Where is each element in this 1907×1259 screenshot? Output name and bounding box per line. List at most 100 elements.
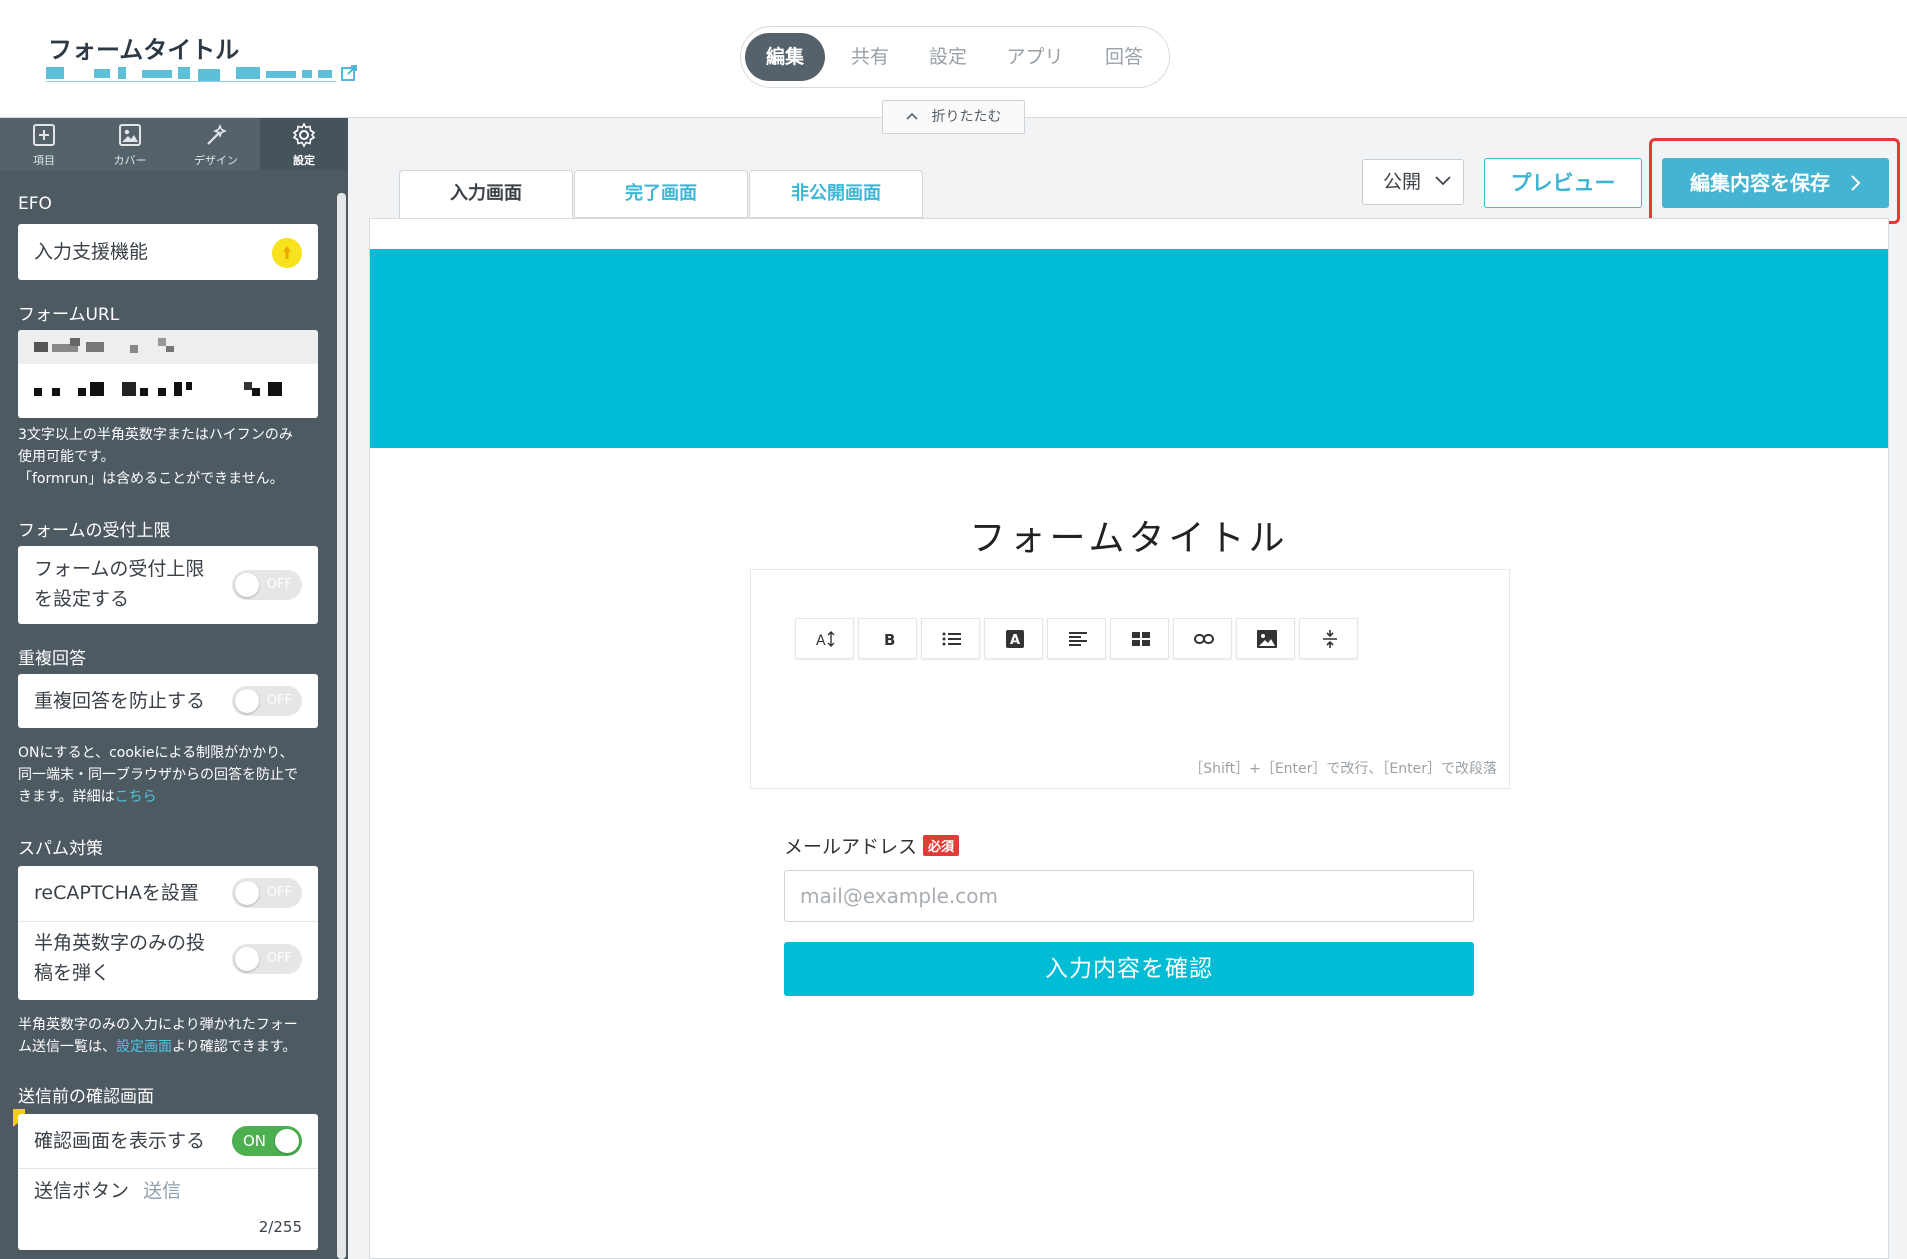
sidebar-scrollbar[interactable] — [337, 193, 346, 1259]
bold-button[interactable]: B — [858, 618, 917, 659]
tab-input-screen[interactable]: 入力画面 — [399, 170, 573, 220]
gear-icon — [292, 122, 316, 148]
list-icon — [942, 632, 961, 646]
image-button[interactable] — [1236, 618, 1295, 659]
note-line: 半角英数字のみの入力により弾かれたフォー — [18, 1017, 298, 1033]
limit-label-line: を設定する — [34, 588, 130, 610]
bold-icon: B — [884, 631, 895, 648]
sidebar-icon-bar: 項目 カバー デザイン 設定 — [0, 118, 348, 170]
email-field-label[interactable]: メールアドレス 必須 — [784, 832, 960, 859]
url-prefix-box — [18, 330, 318, 364]
text-size-button[interactable]: A — [795, 618, 854, 659]
toggle-knob — [235, 947, 259, 971]
form-title-heading: フォームタイトル — [48, 36, 240, 64]
details-link[interactable]: こちら — [115, 789, 157, 805]
mode-tab-settings[interactable]: 設定 — [913, 33, 983, 81]
mode-tab-apps[interactable]: アプリ — [993, 33, 1077, 81]
toggle-state: OFF — [266, 577, 292, 592]
save-button[interactable]: 編集内容を保存 — [1662, 158, 1889, 208]
recaptcha-toggle[interactable]: OFF — [232, 878, 302, 908]
confirm-input-button[interactable]: 入力内容を確認 — [784, 942, 1474, 996]
limit-label-line: フォームの受付上限 — [34, 558, 205, 580]
text-color-button[interactable]: A — [984, 618, 1043, 659]
note-line: ONにすると、cookieによる制限がかかり、 — [18, 745, 294, 761]
limit-card: フォームの受付上限 を設定する OFF — [18, 546, 318, 624]
settings-sidebar: 項目 カバー デザイン 設定 EFO 入力支援機能 フォームURL 3文字以上の… — [0, 118, 348, 1259]
sidebar-item-label: 項目 — [33, 154, 55, 167]
toggle-state: OFF — [266, 951, 292, 966]
efo-feature-label: 入力支援機能 — [34, 241, 149, 263]
description-editor[interactable]: A B A ［Shift］+［Enter］で改行、［Enter］で改段落 — [750, 569, 1510, 789]
char-count: 2/255 — [258, 1218, 302, 1236]
note-line: ム送信一覧は、 — [18, 1039, 116, 1055]
sidebar-item-settings[interactable]: 設定 — [260, 118, 348, 170]
submit-button-label: 送信ボタン — [34, 1180, 130, 1202]
form-page-title[interactable]: フォームタイトル — [370, 509, 1888, 561]
email-field[interactable] — [784, 870, 1474, 922]
sidebar-item-cover[interactable]: カバー — [86, 118, 174, 170]
mode-tab-responses[interactable]: 回答 — [1089, 33, 1159, 81]
limit-section-label: フォームの受付上限 — [18, 521, 171, 541]
sidebar-item-label: 設定 — [293, 154, 315, 167]
toggle-knob — [235, 881, 259, 905]
chevron-down-icon — [1435, 176, 1451, 186]
toggle-state: OFF — [266, 693, 292, 708]
spam-card: reCAPTCHAを設置 OFF 半角英数字のみの投 稿を弾く OFF — [18, 866, 318, 1000]
publish-select-value: 公開 — [1383, 171, 1422, 193]
editor-hint: ［Shift］+［Enter］で改行、［Enter］で改段落 — [1189, 761, 1497, 777]
link-icon — [1194, 634, 1214, 644]
note-line: きます。詳細は — [18, 789, 115, 805]
external-link-icon[interactable] — [340, 64, 358, 82]
text-size-icon: A — [816, 631, 835, 648]
link-button[interactable] — [1173, 618, 1232, 659]
duplicate-label: 重複回答を防止する — [34, 690, 206, 712]
sidebar-item-fields[interactable]: 項目 — [0, 118, 88, 170]
list-button[interactable] — [921, 618, 980, 659]
confirm-toggle[interactable]: ON — [232, 1126, 302, 1156]
sidebar-item-label: デザイン — [194, 154, 238, 167]
svg-text:A: A — [816, 633, 826, 648]
note-line: 「formrun」は含めることができません。 — [18, 471, 284, 487]
limit-label: フォームの受付上限 を設定する — [34, 554, 204, 614]
tab-private-screen[interactable]: 非公開画面 — [749, 170, 923, 218]
form-url-link[interactable] — [46, 66, 336, 82]
sidebar-item-label: カバー — [113, 154, 147, 167]
efo-card[interactable]: 入力支援機能 — [18, 224, 318, 280]
mode-tab-share[interactable]: 共有 — [835, 33, 905, 81]
svg-text:B: B — [884, 631, 895, 648]
divider — [18, 1168, 318, 1169]
spam-note: 半角英数字のみの入力により弾かれたフォー ム送信一覧は、設定画面より確認できます… — [18, 1014, 328, 1058]
mode-tabs: 編集 共有 設定 アプリ 回答 — [740, 26, 1170, 88]
duplicate-section-label: 重複回答 — [18, 649, 86, 669]
cover-banner[interactable] — [370, 249, 1888, 448]
text-color-icon: A — [1006, 630, 1024, 648]
sidebar-item-design[interactable]: デザイン — [172, 118, 260, 170]
chevron-right-icon — [1851, 175, 1861, 191]
duplicate-note: ONにすると、cookieによる制限がかかり、 同一端末・同一ブラウザからの回答… — [18, 742, 328, 808]
toggle-state: ON — [243, 1132, 267, 1150]
mode-tab-edit[interactable]: 編集 — [745, 33, 825, 81]
image-icon — [119, 124, 141, 146]
url-slug-field[interactable] — [18, 364, 318, 418]
limit-toggle[interactable]: OFF — [232, 570, 302, 600]
spam-section-label: スパム対策 — [18, 839, 103, 859]
align-button[interactable] — [1047, 618, 1106, 659]
duplicate-toggle[interactable]: OFF — [232, 686, 302, 716]
save-button-label: 編集内容を保存 — [1690, 171, 1831, 195]
submit-button-field[interactable]: 送信ボタン 送信 — [34, 1176, 181, 1206]
publish-select[interactable]: 公開 — [1362, 159, 1464, 205]
tab-complete-screen[interactable]: 完了画面 — [574, 170, 748, 218]
table-button[interactable] — [1110, 618, 1169, 659]
form-url-card[interactable] — [18, 330, 318, 418]
note-line: より確認できます。 — [172, 1039, 297, 1055]
toggle-knob — [235, 573, 259, 597]
alnum-label: 半角英数字のみの投 稿を弾く — [34, 928, 205, 988]
preview-button[interactable]: プレビュー — [1484, 158, 1642, 208]
recaptcha-label: reCAPTCHAを設置 — [34, 882, 199, 904]
divider-button[interactable] — [1299, 618, 1358, 659]
settings-page-link[interactable]: 設定画面 — [116, 1039, 172, 1055]
alnum-toggle[interactable]: OFF — [232, 944, 302, 974]
toggle-knob — [235, 689, 259, 713]
alnum-label-line: 稿を弾く — [34, 962, 111, 984]
collapse-button[interactable]: 折りたたむ — [882, 100, 1025, 134]
